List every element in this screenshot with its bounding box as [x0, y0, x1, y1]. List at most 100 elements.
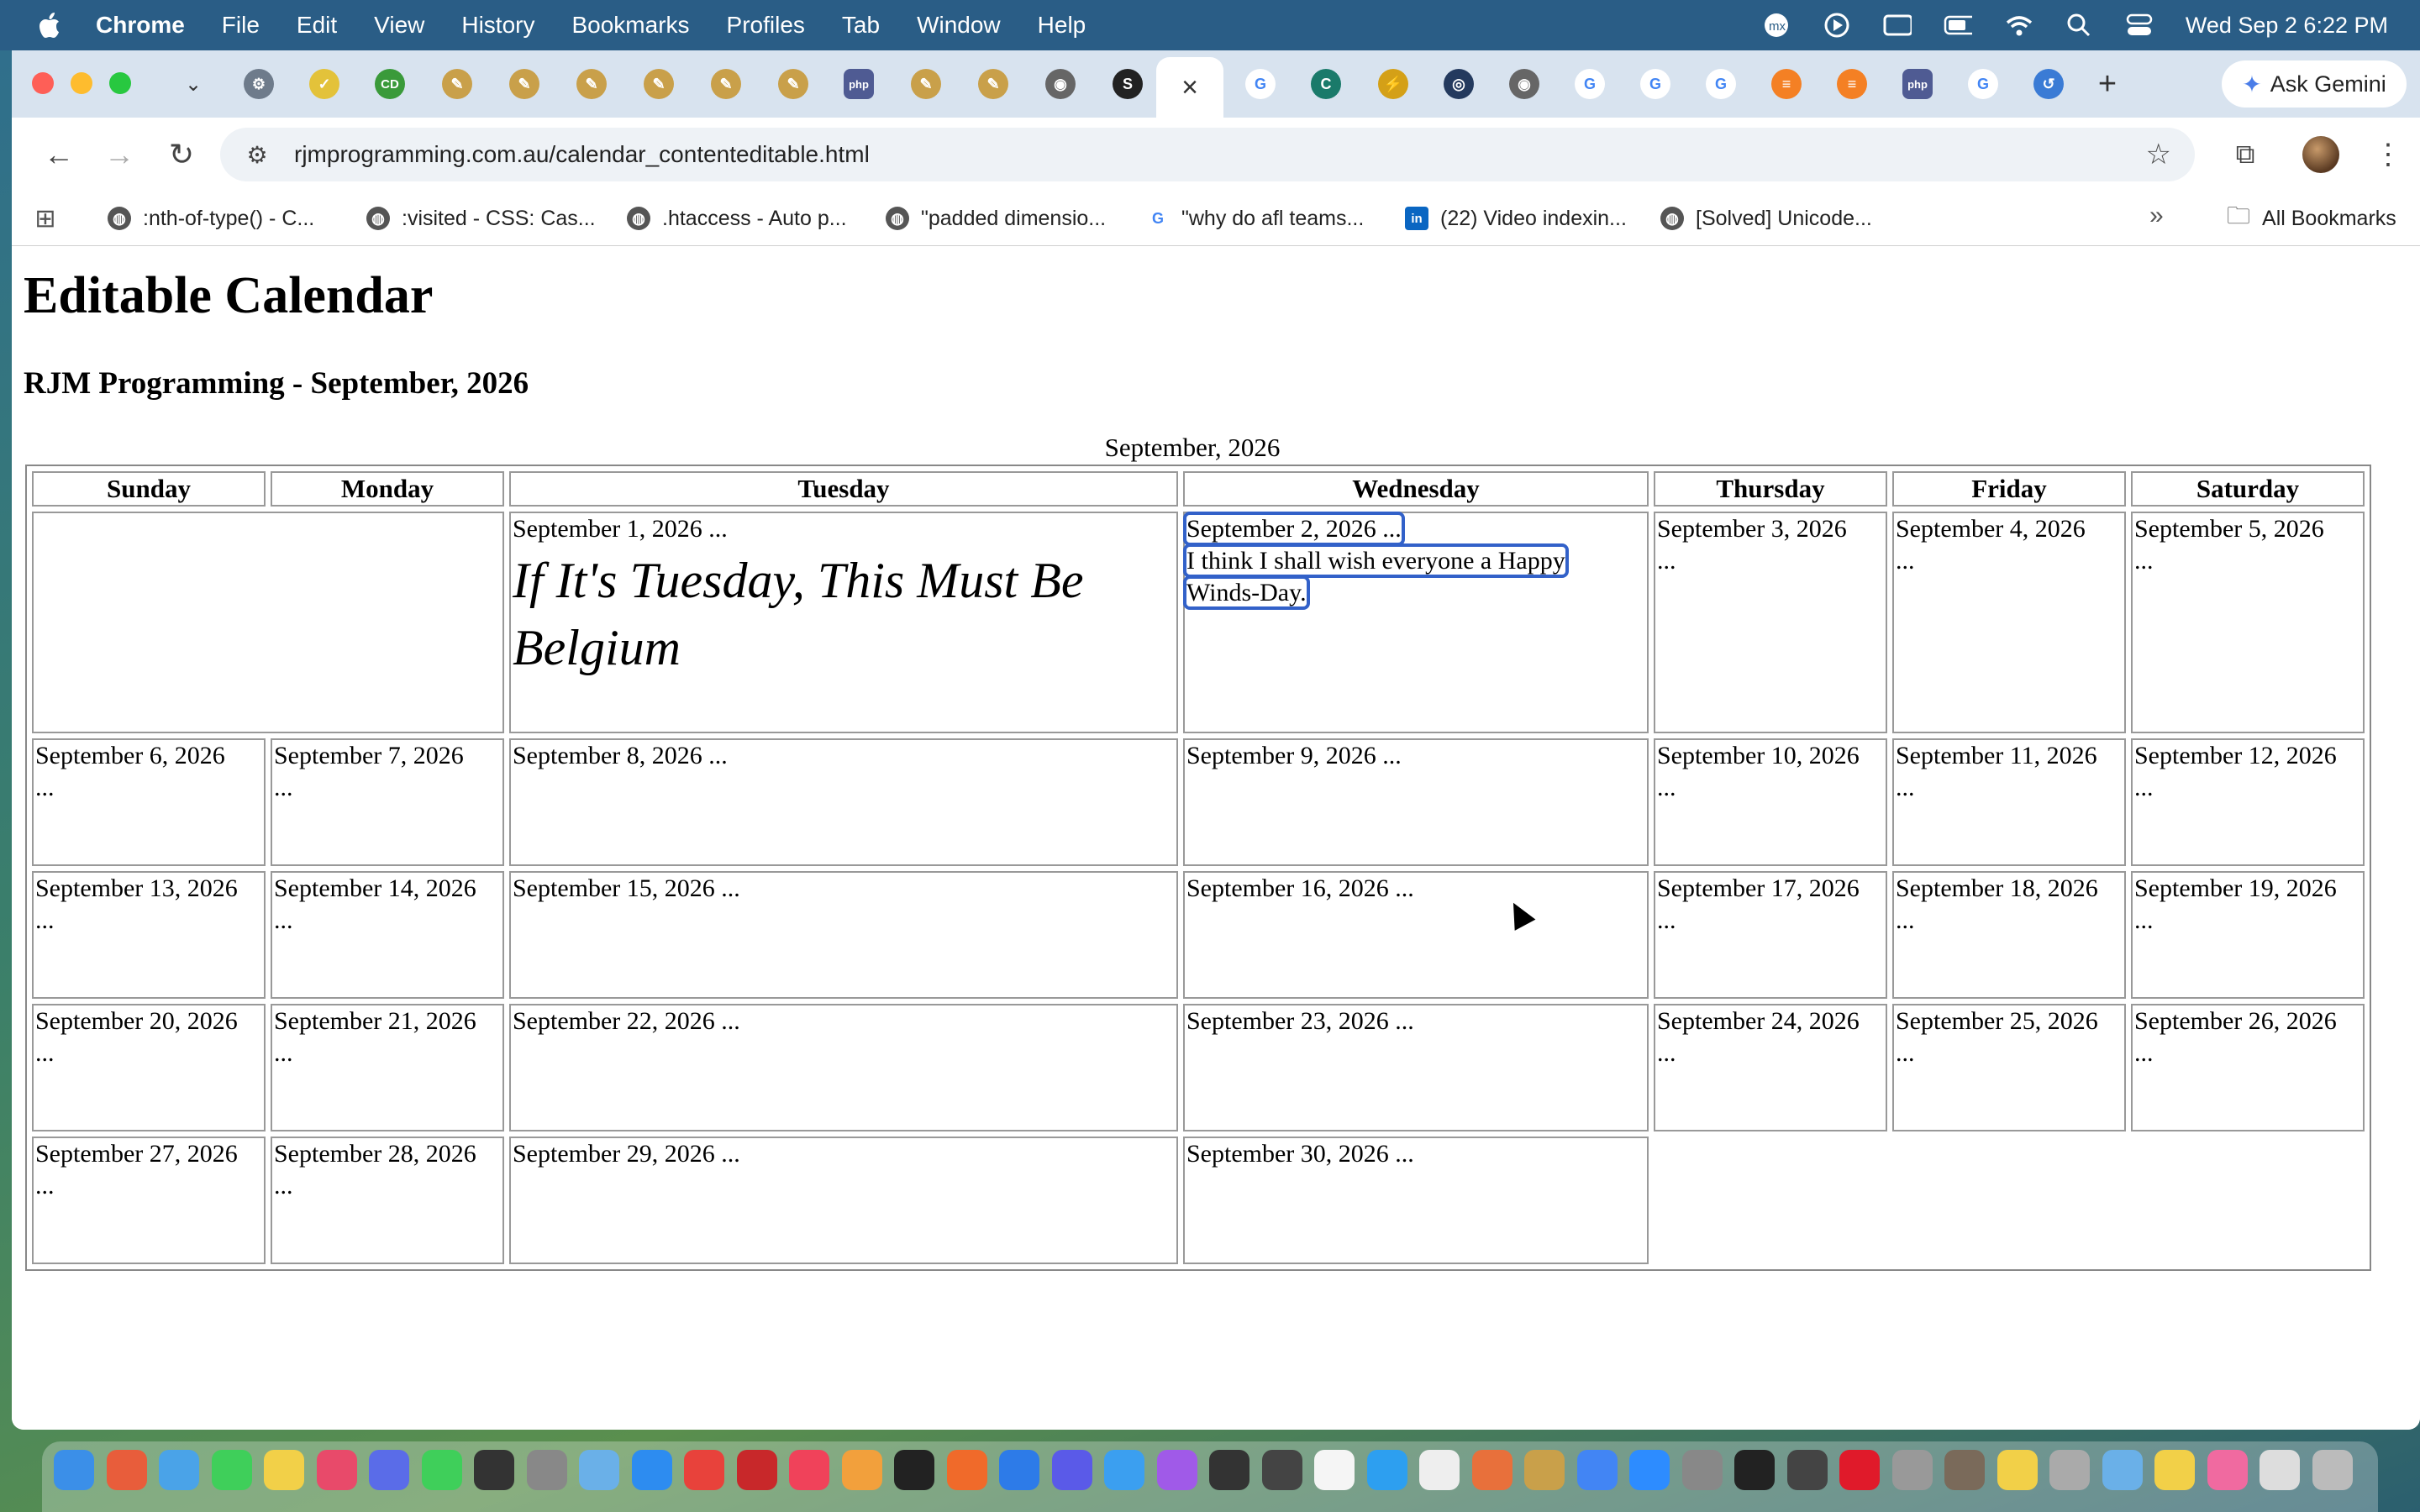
bookmark-item[interactable]: in (22) Video indexin...: [1405, 202, 1627, 235]
day-cell-sep-2[interactable]: September 2, 2026 ... I think I shall wi…: [1183, 512, 1649, 733]
tab-favicon-stack[interactable]: ≡: [1837, 69, 1867, 99]
day-cell-sep-10[interactable]: September 10, 2026...: [1654, 738, 1887, 866]
day-cell-sep-15[interactable]: September 15, 2026 ...: [509, 871, 1178, 999]
day-cell-sep-25[interactable]: September 25, 2026...: [1892, 1004, 2126, 1131]
tab-favicon-pencil[interactable]: ✎: [778, 69, 808, 99]
menu-bookmarks[interactable]: Bookmarks: [571, 12, 689, 39]
ask-gemini-button[interactable]: ✦ Ask Gemini: [2222, 60, 2407, 108]
dock-skim-icon[interactable]: [1524, 1450, 1565, 1490]
day-cell-sep-19[interactable]: September 19, 2026...: [2131, 871, 2365, 999]
dock-files-icon[interactable]: [2260, 1450, 2300, 1490]
fullscreen-window-button[interactable]: [109, 72, 131, 94]
day-cell-sep-23[interactable]: September 23, 2026 ...: [1183, 1004, 1649, 1131]
day-cell-sep-14[interactable]: September 14, 2026...: [271, 871, 504, 999]
dock-zoom-icon[interactable]: [1629, 1450, 1670, 1490]
day-cell-sep-6[interactable]: September 6, 2026...: [32, 738, 266, 866]
new-tab-button[interactable]: +: [2091, 66, 2124, 102]
reload-icon[interactable]: ↻: [161, 134, 202, 175]
all-bookmarks-button[interactable]: 🗀 All Bookmarks: [2227, 202, 2396, 235]
day-note-line[interactable]: I think I shall wish everyone a Happy: [1183, 543, 1569, 578]
tab-favicon-elephant[interactable]: ◉: [1509, 69, 1539, 99]
tab-favicon-pencil[interactable]: ✎: [644, 69, 674, 99]
menu-view[interactable]: View: [374, 12, 424, 39]
dock-contacts-icon[interactable]: [1891, 1450, 1933, 1490]
day-cell-sep-3[interactable]: September 3, 2026...: [1654, 512, 1887, 733]
menu-app-chrome[interactable]: Chrome: [96, 12, 185, 39]
tab-favicon-google[interactable]: G: [1575, 69, 1605, 99]
day-cell-sep-9[interactable]: September 9, 2026 ...: [1183, 738, 1649, 866]
menu-clock[interactable]: Wed Sep 2 6:22 PM: [2186, 13, 2388, 39]
close-window-button[interactable]: [32, 72, 54, 94]
tab-favicon-pencil[interactable]: ✎: [711, 69, 741, 99]
dock-terminal-alt-icon[interactable]: [1209, 1450, 1249, 1490]
active-tab-close-icon[interactable]: ×: [1156, 57, 1223, 118]
tab-favicon-google[interactable]: G: [1245, 69, 1276, 99]
dock-music-icon[interactable]: [789, 1450, 829, 1490]
bookmark-item[interactable]: ◍ :nth-of-type() - C...: [108, 202, 314, 235]
day-cell-sep-24[interactable]: September 24, 2026...: [1654, 1004, 1887, 1131]
day-note-line[interactable]: Winds-Day.: [1183, 575, 1310, 610]
dock-mail-icon[interactable]: [159, 1450, 199, 1490]
dock-textedit-icon[interactable]: [1419, 1450, 1460, 1490]
day-cell-sep-20[interactable]: September 20, 2026...: [32, 1004, 266, 1131]
menu-profiles[interactable]: Profiles: [727, 12, 805, 39]
day-date-label[interactable]: September 2, 2026 ...: [1183, 512, 1405, 546]
tab-favicon-google[interactable]: G: [1706, 69, 1736, 99]
dock-intellij-icon[interactable]: [1471, 1450, 1512, 1490]
dock-safari-icon[interactable]: [1104, 1450, 1144, 1490]
dock-photos-2-icon[interactable]: [2207, 1450, 2248, 1490]
tab-favicon-check[interactable]: ✓: [309, 69, 339, 99]
dock-gimp-icon[interactable]: [1944, 1450, 1985, 1490]
tab-favicon-c[interactable]: C: [1311, 69, 1341, 99]
dock-filezilla-icon[interactable]: [736, 1450, 777, 1490]
menu-history[interactable]: History: [461, 12, 534, 39]
site-settings-icon[interactable]: ⚙: [239, 141, 276, 169]
day-cell-sep-29[interactable]: September 29, 2026 ...: [509, 1137, 1178, 1264]
tab-favicon-google[interactable]: G: [1640, 69, 1670, 99]
day-cell-sep-30[interactable]: September 30, 2026 ...: [1183, 1137, 1649, 1264]
dock-finder-icon[interactable]: [54, 1450, 94, 1490]
bookmarks-overflow-icon[interactable]: »: [2149, 202, 2164, 230]
dock-podcasts-icon[interactable]: [1156, 1450, 1197, 1490]
day-cell-sep-16[interactable]: September 16, 2026 ...: [1183, 871, 1649, 999]
dock-xcode-icon[interactable]: [999, 1450, 1039, 1490]
bookmark-item[interactable]: ◍ :visited - CSS: Cas...: [366, 202, 596, 235]
dock-messages-icon[interactable]: [211, 1450, 252, 1490]
tab-favicon-pencil[interactable]: ✎: [442, 69, 472, 99]
minimize-window-button[interactable]: [71, 72, 92, 94]
dock-preview-2-icon[interactable]: [2102, 1450, 2143, 1490]
dock-quicktime-icon[interactable]: [1366, 1450, 1407, 1490]
day-cell-sep-12[interactable]: September 12, 2026...: [2131, 738, 2365, 866]
tab-favicon-history[interactable]: ↺: [2033, 69, 2064, 99]
apps-grid-icon[interactable]: ⊞: [30, 203, 60, 234]
extensions-puzzle-icon[interactable]: ⧉: [2225, 134, 2265, 175]
menu-help[interactable]: Help: [1038, 12, 1086, 39]
tab-favicon-php[interactable]: php: [844, 69, 874, 99]
day-cell-sep-21[interactable]: September 21, 2026...: [271, 1004, 504, 1131]
dock-freeform-icon[interactable]: [369, 1450, 409, 1490]
menu-edit[interactable]: Edit: [297, 12, 337, 39]
dock-firefox-icon[interactable]: [946, 1450, 987, 1490]
day-cell-sep-4[interactable]: September 4, 2026...: [1892, 512, 2126, 733]
dock-inkscape-icon[interactable]: [1734, 1450, 1775, 1490]
day-cell-sep-1[interactable]: September 1, 2026 ... If It's Tuesday, T…: [509, 512, 1178, 733]
tab-favicon-gear[interactable]: ⚙: [244, 69, 274, 99]
tab-favicon-bolt[interactable]: ⚡: [1378, 69, 1408, 99]
day-cell-sep-27[interactable]: September 27, 2026...: [32, 1137, 266, 1264]
day-cell-sep-18[interactable]: September 18, 2026...: [1892, 871, 2126, 999]
tab-favicon-cd[interactable]: CD: [375, 69, 405, 99]
dock-launchpad-icon[interactable]: [106, 1450, 147, 1490]
day-cell-sep-17[interactable]: September 17, 2026...: [1654, 871, 1887, 999]
search-icon[interactable]: [2065, 11, 2093, 39]
tab-favicon-pencil[interactable]: ✎: [509, 69, 539, 99]
control-center-icon[interactable]: [2125, 11, 2154, 39]
battery-icon[interactable]: [1944, 11, 1972, 39]
address-bar-url[interactable]: rjmprogramming.com.au/calendar_contented…: [294, 141, 870, 168]
bookmark-item[interactable]: ◍ [Solved] Unicode...: [1660, 202, 1872, 235]
tab-favicon-php[interactable]: php: [1902, 69, 1933, 99]
dock-calendar-2-icon[interactable]: [1314, 1450, 1355, 1490]
tab-favicon-s[interactable]: S: [1113, 69, 1143, 99]
tab-favicon-pencil[interactable]: ✎: [911, 69, 941, 99]
day-note-text[interactable]: If It's Tuesday, This Must Be Belgium: [513, 547, 1175, 681]
caption-icon[interactable]: [1883, 11, 1912, 39]
